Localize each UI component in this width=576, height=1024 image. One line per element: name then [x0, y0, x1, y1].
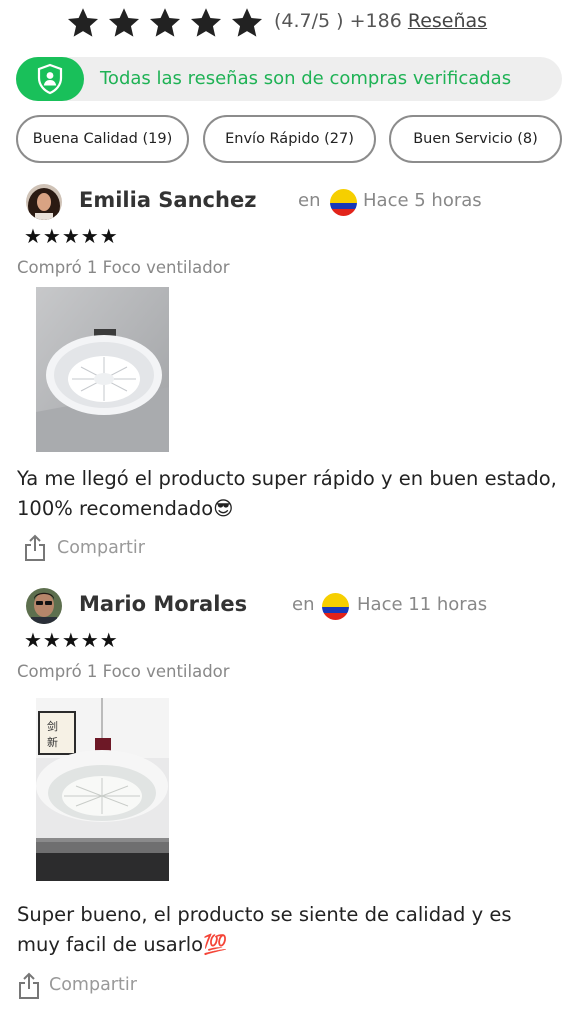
review-text: Ya me llegó el producto super rápido y e… [17, 467, 557, 520]
colombia-flag-icon [330, 189, 357, 216]
reviewer-name: Mario Morales [79, 592, 248, 616]
star-icon [231, 8, 263, 37]
verified-badge [16, 57, 84, 101]
share-icon[interactable] [23, 534, 47, 562]
review-time: Hace 11 horas [357, 594, 488, 615]
share-link[interactable]: Compartir [57, 538, 145, 558]
shield-user-icon [37, 63, 63, 95]
avatar [26, 588, 62, 624]
tag-chip-envio[interactable]: Envío Rápido (27) [203, 115, 376, 163]
star-icon [190, 8, 222, 37]
review-photo[interactable] [36, 287, 169, 452]
star-icon [108, 8, 140, 37]
reviews-link[interactable]: Reseñas [408, 10, 487, 32]
review-count: +186 [349, 10, 402, 32]
rating-summary: (4.7/5 ) +186 Reseñas [274, 10, 487, 32]
purchase-info: Compró 1 Foco ventilador [17, 662, 230, 681]
avatar [26, 184, 62, 220]
review-time: Hace 5 horas [363, 190, 482, 211]
location-prefix: en [292, 594, 315, 615]
tag-chip-calidad[interactable]: Buena Calidad (19) [16, 115, 189, 163]
colombia-flag-icon [322, 593, 349, 620]
star-icon [67, 8, 99, 37]
svg-text:剑: 剑 [47, 719, 58, 733]
verified-text: Todas las reseñas son de compras verific… [100, 68, 512, 89]
reviewer-name: Emilia Sanchez [79, 188, 257, 212]
share-icon[interactable] [17, 972, 41, 1000]
review-stars: ★★★★★ [24, 224, 119, 248]
review-text: Super bueno, el producto se siente de ca… [17, 903, 512, 956]
svg-text:新: 新 [47, 735, 58, 749]
star-icon [149, 8, 181, 37]
tag-chip-servicio[interactable]: Buen Servicio (8) [389, 115, 562, 163]
location-prefix: en [298, 190, 321, 211]
verified-banner: Todas las reseñas son de compras verific… [16, 57, 562, 101]
share-link[interactable]: Compartir [49, 975, 137, 995]
rating-score: (4.7/5 ) [274, 10, 344, 32]
purchase-info: Compró 1 Foco ventilador [17, 258, 230, 277]
review-photo[interactable]: 剑 新 [36, 698, 169, 881]
review-stars: ★★★★★ [24, 628, 119, 652]
